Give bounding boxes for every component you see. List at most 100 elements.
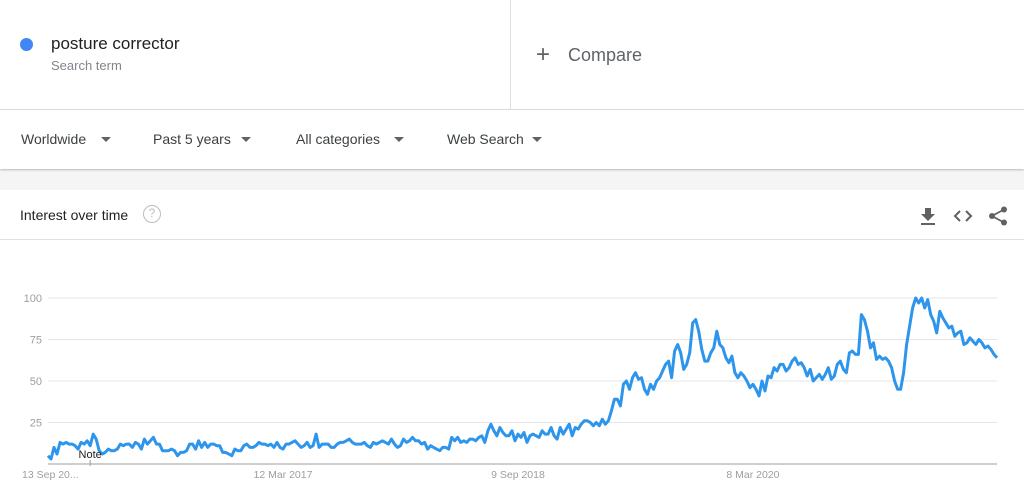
data-point[interactable]	[754, 388, 757, 391]
data-point[interactable]	[384, 441, 387, 444]
data-point[interactable]	[640, 376, 643, 379]
data-point[interactable]	[748, 386, 751, 389]
data-point[interactable]	[992, 353, 995, 356]
data-point[interactable]	[239, 449, 242, 452]
data-point[interactable]	[691, 321, 694, 324]
data-point[interactable]	[863, 318, 866, 321]
data-point[interactable]	[742, 375, 745, 378]
data-point[interactable]	[47, 454, 50, 457]
data-point[interactable]	[757, 394, 760, 397]
data-point[interactable]	[242, 444, 245, 447]
data-point[interactable]	[547, 433, 550, 436]
data-point[interactable]	[447, 448, 450, 451]
share-icon[interactable]	[987, 205, 1009, 227]
data-point[interactable]	[519, 436, 522, 439]
data-point[interactable]	[306, 441, 309, 444]
data-point[interactable]	[399, 444, 402, 447]
data-point[interactable]	[589, 421, 592, 424]
data-point[interactable]	[351, 441, 354, 444]
data-point[interactable]	[767, 375, 770, 378]
data-point[interactable]	[574, 426, 577, 429]
data-point[interactable]	[128, 443, 131, 446]
data-point[interactable]	[248, 446, 251, 449]
data-point[interactable]	[721, 346, 724, 349]
data-point[interactable]	[176, 454, 179, 457]
data-point[interactable]	[791, 360, 794, 363]
data-point[interactable]	[345, 439, 348, 442]
data-point[interactable]	[89, 444, 92, 447]
data-point[interactable]	[233, 448, 236, 451]
data-point[interactable]	[544, 433, 547, 436]
data-point[interactable]	[95, 438, 98, 441]
data-point[interactable]	[486, 429, 489, 432]
data-point[interactable]	[803, 366, 806, 369]
data-point[interactable]	[643, 388, 646, 391]
data-point[interactable]	[706, 360, 709, 363]
data-point[interactable]	[263, 443, 266, 446]
data-point[interactable]	[489, 423, 492, 426]
data-point[interactable]	[851, 350, 854, 353]
data-point[interactable]	[495, 434, 498, 437]
data-point[interactable]	[559, 426, 562, 429]
data-point[interactable]	[309, 446, 312, 449]
data-point[interactable]	[800, 361, 803, 364]
data-point[interactable]	[869, 346, 872, 349]
data-point[interactable]	[715, 330, 718, 333]
data-point[interactable]	[149, 439, 152, 442]
data-point[interactable]	[607, 419, 610, 422]
data-point[interactable]	[526, 441, 529, 444]
data-point[interactable]	[565, 428, 568, 431]
data-point[interactable]	[836, 363, 839, 366]
data-point[interactable]	[245, 443, 248, 446]
data-point[interactable]	[628, 388, 631, 391]
data-point[interactable]	[327, 443, 330, 446]
data-point[interactable]	[465, 441, 468, 444]
data-point[interactable]	[74, 444, 77, 447]
data-point[interactable]	[923, 306, 926, 309]
data-point[interactable]	[739, 371, 742, 374]
data-point[interactable]	[917, 301, 920, 304]
data-point[interactable]	[504, 434, 507, 437]
data-point[interactable]	[50, 458, 53, 461]
data-point[interactable]	[254, 444, 257, 447]
data-point[interactable]	[498, 426, 501, 429]
data-point[interactable]	[619, 404, 622, 407]
data-point[interactable]	[278, 446, 281, 449]
data-point[interactable]	[971, 340, 974, 343]
data-point[interactable]	[625, 380, 628, 383]
data-point[interactable]	[131, 446, 134, 449]
data-point[interactable]	[727, 361, 730, 364]
data-point[interactable]	[866, 330, 869, 333]
data-point[interactable]	[634, 371, 637, 374]
data-point[interactable]	[251, 446, 254, 449]
data-point[interactable]	[649, 383, 652, 386]
data-point[interactable]	[65, 441, 68, 444]
data-point[interactable]	[480, 434, 483, 437]
help-icon[interactable]: ?	[143, 205, 161, 223]
data-point[interactable]	[676, 343, 679, 346]
data-point[interactable]	[330, 446, 333, 449]
data-point[interactable]	[637, 378, 640, 381]
data-point[interactable]	[580, 423, 583, 426]
data-point[interactable]	[818, 373, 821, 376]
data-point[interactable]	[170, 448, 173, 451]
data-point[interactable]	[535, 434, 538, 437]
data-point[interactable]	[107, 448, 110, 451]
data-point[interactable]	[712, 346, 715, 349]
data-point[interactable]	[857, 353, 860, 356]
data-point[interactable]	[363, 441, 366, 444]
data-point[interactable]	[83, 443, 86, 446]
data-point[interactable]	[366, 444, 369, 447]
data-point[interactable]	[845, 371, 848, 374]
search-term-name[interactable]: posture corrector	[51, 34, 180, 54]
data-point[interactable]	[59, 441, 62, 444]
data-point[interactable]	[842, 368, 845, 371]
data-point[interactable]	[173, 449, 176, 452]
data-point[interactable]	[146, 443, 149, 446]
data-point[interactable]	[532, 433, 535, 436]
data-point[interactable]	[137, 443, 140, 446]
data-point[interactable]	[134, 441, 137, 444]
data-point[interactable]	[953, 335, 956, 338]
data-point[interactable]	[697, 330, 700, 333]
embed-icon[interactable]	[952, 205, 974, 227]
